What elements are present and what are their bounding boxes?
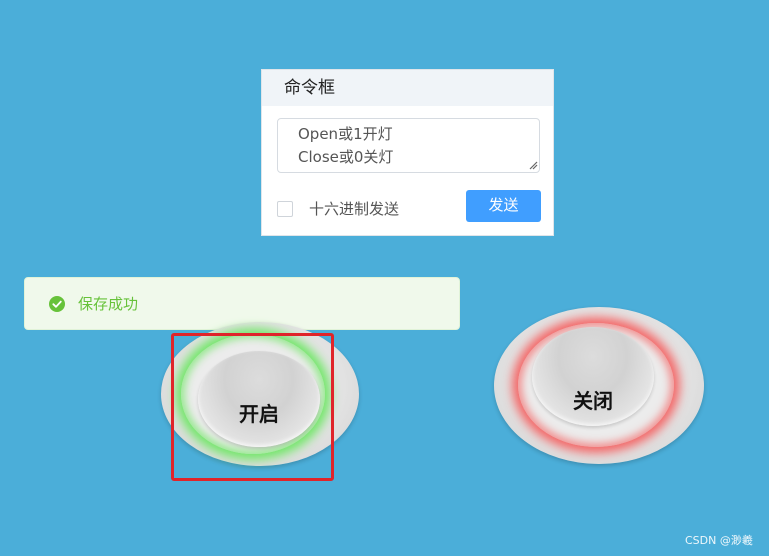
close-button-label: 关闭 bbox=[573, 389, 613, 413]
hex-checkbox-label: 十六进制发送 bbox=[309, 200, 400, 218]
send-button[interactable]: 发送 bbox=[466, 190, 541, 222]
resize-grip-icon[interactable] bbox=[529, 161, 538, 170]
close-light-button[interactable]: 关闭 bbox=[494, 307, 704, 464]
command-panel: 命令框 Open或1开灯 Close或0关灯 十六进制发送 发送 bbox=[261, 69, 554, 236]
hex-send-option[interactable]: 十六进制发送 bbox=[277, 198, 399, 219]
command-textarea[interactable]: Open或1开灯 Close或0关灯 bbox=[277, 118, 540, 173]
toast-message: 保存成功 bbox=[78, 295, 139, 313]
success-toast: 保存成功 bbox=[24, 277, 460, 330]
highlight-annotation bbox=[171, 333, 334, 481]
watermark: CSDN @渺羲 bbox=[685, 534, 753, 547]
command-panel-title: 命令框 bbox=[262, 70, 553, 106]
hex-checkbox[interactable] bbox=[277, 200, 293, 217]
check-circle-icon bbox=[49, 295, 65, 312]
close-button-cap[interactable]: 关闭 bbox=[532, 327, 654, 426]
